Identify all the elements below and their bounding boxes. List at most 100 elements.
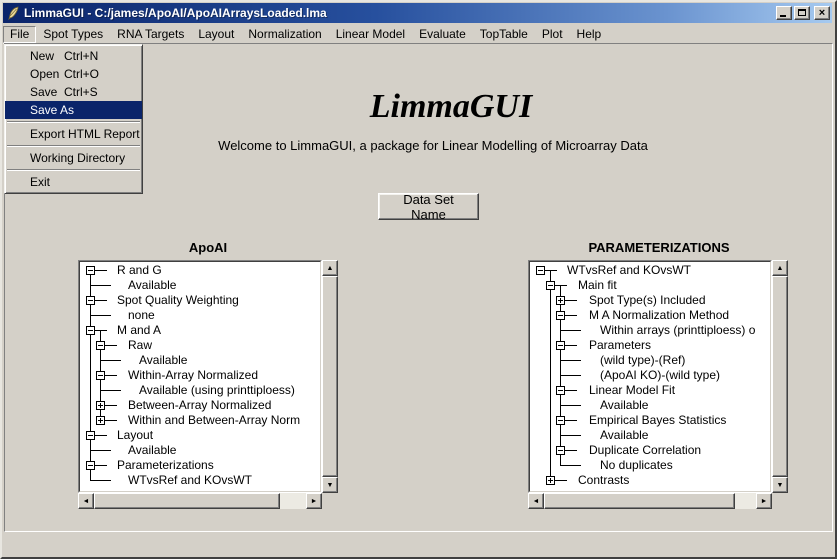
tree-leaf[interactable]: (wild type)-(Ref) [530, 353, 770, 368]
tree-leaf[interactable]: none [80, 308, 320, 323]
minus-expand-icon[interactable] [556, 446, 565, 455]
tree-leaf[interactable]: Available [80, 278, 320, 293]
minus-expand-icon[interactable] [96, 341, 105, 350]
tree-node[interactable]: Contrasts [530, 473, 770, 488]
tree-leaf[interactable]: Available (using printtiploess) [80, 383, 320, 398]
plus-expand-icon[interactable] [96, 416, 105, 425]
vertical-scrollbar[interactable]: ▲ ▼ [772, 260, 788, 493]
menu-toptable[interactable]: TopTable [473, 26, 535, 43]
tree-connector-line [560, 285, 561, 293]
menu-layout[interactable]: Layout [191, 26, 241, 43]
file-menu-item-working-directory[interactable]: Working Directory [5, 149, 142, 167]
data-set-name-button[interactable]: Data Set Name [378, 193, 479, 220]
file-menu-item-exit[interactable]: Exit [5, 173, 142, 191]
scroll-left-arrow-icon[interactable]: ◄ [78, 493, 94, 509]
menu-help[interactable]: Help [570, 26, 609, 43]
horizontal-scrollbar[interactable]: ◄ ► [78, 493, 322, 509]
menu-evaluate[interactable]: Evaluate [412, 26, 473, 43]
scroll-right-arrow-icon[interactable]: ► [756, 493, 772, 509]
tree-node[interactable]: M A Normalization Method [530, 308, 770, 323]
tree-node[interactable]: Spot Type(s) Included [530, 293, 770, 308]
tree-label: Empirical Bayes Statistics [589, 413, 726, 427]
maximize-button[interactable] [794, 6, 810, 20]
file-menu-item-save-as[interactable]: Save As [5, 101, 142, 119]
tree-node[interactable]: Raw [80, 338, 320, 353]
file-menu-item-export-html-report[interactable]: Export HTML Report [5, 125, 142, 143]
minus-expand-icon[interactable] [86, 266, 95, 275]
tree-node[interactable]: M and A [80, 323, 320, 338]
tree-node[interactable]: Layout [80, 428, 320, 443]
tree-leaf[interactable]: No duplicates [530, 458, 770, 473]
tree-title-apoai: ApoAI [108, 240, 308, 255]
tree-node[interactable]: Main fit [530, 278, 770, 293]
minus-expand-icon[interactable] [556, 311, 565, 320]
menu-spot-types[interactable]: Spot Types [36, 26, 110, 43]
minus-expand-icon[interactable] [86, 461, 95, 470]
file-menu-item-save[interactable]: Save Ctrl+S [5, 83, 142, 101]
titlebar[interactable]: LimmaGUI - C:/james/ApoAI/ApoAIArraysLoa… [3, 3, 832, 23]
minus-expand-icon[interactable] [86, 326, 95, 335]
tree-leaf[interactable]: Available [530, 398, 770, 413]
minus-expand-icon[interactable] [96, 371, 105, 380]
menu-normalization[interactable]: Normalization [241, 26, 328, 43]
tree-label: WTvsRef and KOvsWT [128, 473, 252, 487]
plus-expand-icon[interactable] [96, 401, 105, 410]
menu-rna-targets[interactable]: RNA Targets [110, 26, 191, 43]
scrollbar-thumb[interactable] [772, 276, 788, 477]
minus-expand-icon[interactable] [536, 266, 545, 275]
scrollbar-thumb[interactable] [94, 493, 280, 509]
tree-connector-line [90, 450, 111, 451]
minus-expand-icon[interactable] [556, 341, 565, 350]
tree-node[interactable]: Between-Array Normalized [80, 398, 320, 413]
tree-node[interactable]: Duplicate Correlation [530, 443, 770, 458]
tree-node[interactable]: Linear Model Fit [530, 383, 770, 398]
file-menu-item-new[interactable]: New Ctrl+N [5, 47, 142, 65]
tree-connector-line [550, 308, 551, 323]
scrollbar-thumb[interactable] [544, 493, 735, 509]
menu-linear-model[interactable]: Linear Model [329, 26, 412, 43]
menu-plot[interactable]: Plot [535, 26, 570, 43]
tree-connector-line [550, 443, 551, 458]
minus-expand-icon[interactable] [86, 431, 95, 440]
tree-leaf[interactable]: Within arrays (printtiploess) o [530, 323, 770, 338]
menu-file[interactable]: File [3, 26, 36, 43]
tree-leaf[interactable]: (ApoAI KO)-(wild type) [530, 368, 770, 383]
tree-leaf[interactable]: Available [80, 443, 320, 458]
tree-node[interactable]: Parameterizations [80, 458, 320, 473]
tree-connector-line [90, 285, 111, 286]
horizontal-scrollbar[interactable]: ◄ ► [528, 493, 772, 509]
minimize-button[interactable] [776, 6, 792, 20]
scroll-up-arrow-icon[interactable]: ▲ [772, 260, 788, 276]
vertical-scrollbar[interactable]: ▲ ▼ [322, 260, 338, 493]
scrollbar-thumb[interactable] [322, 276, 338, 477]
tree-leaf[interactable]: WTvsRef and KOvsWT [80, 473, 320, 488]
tree-connector-line [100, 360, 121, 361]
tree-leaf[interactable]: Available [80, 353, 320, 368]
tree-connector-line [105, 345, 117, 346]
plus-expand-icon[interactable] [556, 296, 565, 305]
scroll-up-arrow-icon[interactable]: ▲ [322, 260, 338, 276]
scroll-down-arrow-icon[interactable]: ▼ [772, 477, 788, 493]
tree-node[interactable]: Within and Between-Array Norm [80, 413, 320, 428]
minus-expand-icon[interactable] [556, 386, 565, 395]
tree-node[interactable]: R and G [80, 263, 320, 278]
scroll-down-arrow-icon[interactable]: ▼ [322, 477, 338, 493]
tree-connector-line [90, 315, 111, 316]
tree-leaf[interactable]: Available [530, 428, 770, 443]
tree-node[interactable]: Parameters [530, 338, 770, 353]
tree-label: (wild type)-(Ref) [600, 353, 685, 367]
tree-node[interactable]: Empirical Bayes Statistics [530, 413, 770, 428]
minus-expand-icon[interactable] [556, 416, 565, 425]
scroll-right-arrow-icon[interactable]: ► [306, 493, 322, 509]
tree-node[interactable]: WTvsRef and KOvsWT [530, 263, 770, 278]
minus-expand-icon[interactable] [86, 296, 95, 305]
tree-connector-line [565, 315, 577, 316]
tree-node[interactable]: Spot Quality Weighting [80, 293, 320, 308]
minus-expand-icon[interactable] [546, 281, 555, 290]
tree-node[interactable]: Within-Array Normalized [80, 368, 320, 383]
scroll-left-arrow-icon[interactable]: ◄ [528, 493, 544, 509]
plus-expand-icon[interactable] [546, 476, 555, 485]
tree-connector-line [560, 330, 581, 331]
close-button[interactable]: × [814, 6, 830, 20]
file-menu-item-open[interactable]: Open Ctrl+O [5, 65, 142, 83]
